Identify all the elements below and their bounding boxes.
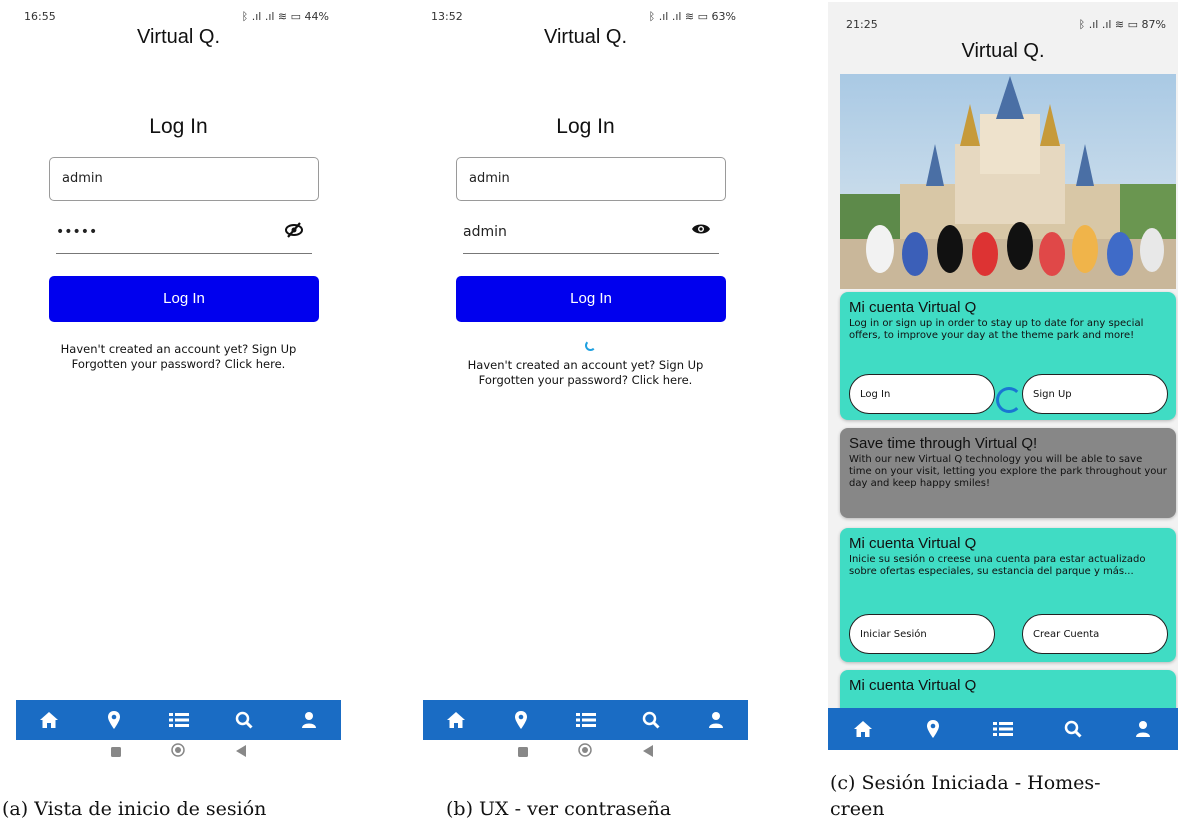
list-icon[interactable] <box>165 706 193 734</box>
back-icon[interactable] <box>235 742 246 761</box>
login-button[interactable]: Log In <box>456 276 726 322</box>
back-icon[interactable] <box>642 742 653 761</box>
signup-link[interactable]: Haven't created an account yet? Sign Up <box>16 342 341 357</box>
signup-link[interactable]: Haven't created an account yet? Sign Up <box>423 358 748 373</box>
home-icon[interactable] <box>442 706 470 734</box>
bottom-nav <box>828 708 1178 750</box>
map-marker-icon[interactable] <box>507 706 535 734</box>
home-icon[interactable] <box>849 715 877 743</box>
loading-spinner <box>585 340 596 351</box>
account-links: Haven't created an account yet? Sign Up … <box>16 342 341 372</box>
search-icon[interactable] <box>637 706 665 734</box>
card-title: Mi cuenta Virtual Q <box>849 677 977 694</box>
status-icons: ᛒ .ıl .ıl ≋ ▭ 44% <box>241 10 329 23</box>
login-heading: Log In <box>556 115 615 138</box>
status-bar: 13:52 ᛒ .ıl .ıl ≋ ▭ 63% <box>423 8 748 26</box>
android-nav-bar <box>16 742 341 760</box>
status-bar: 21:25 ᛒ .ıl .ıl ≋ ▭ 87% <box>828 16 1178 34</box>
user-icon[interactable] <box>1129 715 1157 743</box>
login-pill-button[interactable]: Log In <box>849 374 995 414</box>
app-title: Virtual Q. <box>961 40 1045 62</box>
home-icon[interactable] <box>35 706 63 734</box>
status-bar: 16:55 ᛒ .ıl .ıl ≋ ▭ 44% <box>16 8 341 26</box>
card-save-time: Save time through Virtual Q! With our ne… <box>840 428 1176 518</box>
card-title: Mi cuenta Virtual Q <box>849 535 977 552</box>
status-icons: ᛒ .ıl .ıl ≋ ▭ 87% <box>1078 18 1166 31</box>
account-links: Haven't created an account yet? Sign Up … <box>423 358 748 388</box>
android-nav-bar <box>423 742 748 760</box>
bottom-nav <box>16 700 341 740</box>
phone-screen-show-password: 13:52 ᛒ .ıl .ıl ≋ ▭ 63% Virtual Q. Log I… <box>423 0 748 760</box>
login-heading: Log In <box>149 115 208 138</box>
caption-c-line1: (c) Sesión Iniciada - Homes- <box>830 772 1101 794</box>
hero-image <box>840 74 1176 289</box>
loading-spinner <box>996 387 1022 413</box>
app-title: Virtual Q. <box>544 26 627 48</box>
status-icons: ᛒ .ıl .ıl ≋ ▭ 63% <box>648 10 736 23</box>
home-circle-icon[interactable] <box>578 742 593 761</box>
recents-icon[interactable] <box>111 742 122 761</box>
signup-pill-button[interactable]: Sign Up <box>1022 374 1168 414</box>
app-title: Virtual Q. <box>137 26 220 48</box>
card-body: With our new Virtual Q technology you wi… <box>849 454 1167 489</box>
card-account-es: Mi cuenta Virtual Q Inicie su sesión o c… <box>840 528 1176 662</box>
username-field[interactable]: admin <box>456 157 726 201</box>
eye-slash-icon[interactable] <box>284 222 304 242</box>
search-icon[interactable] <box>230 706 258 734</box>
password-value: admin <box>463 224 507 240</box>
card-body: Log in or sign up in order to stay up to… <box>849 318 1144 341</box>
caption-b: (b) UX - ver contraseña <box>446 798 672 820</box>
status-time: 16:55 <box>24 10 56 23</box>
password-field[interactable]: ••••• <box>56 214 312 254</box>
forgot-password-link[interactable]: Forgotten your password? Click here. <box>423 373 748 388</box>
phone-screen-home: 21:25 ᛒ .ıl .ıl ≋ ▭ 87% Virtual Q. Mi cu… <box>828 2 1178 750</box>
iniciar-sesion-pill-button[interactable]: Iniciar Sesión <box>849 614 995 654</box>
user-icon[interactable] <box>295 706 323 734</box>
map-marker-icon[interactable] <box>100 706 128 734</box>
search-icon[interactable] <box>1059 715 1087 743</box>
home-circle-icon[interactable] <box>171 742 186 761</box>
card-account-en: Mi cuenta Virtual Q Log in or sign up in… <box>840 292 1176 420</box>
eye-icon[interactable] <box>691 222 711 240</box>
bottom-nav <box>423 700 748 740</box>
caption-c-line2: creen <box>830 798 885 820</box>
password-field[interactable]: admin <box>463 214 719 254</box>
crear-cuenta-pill-button[interactable]: Crear Cuenta <box>1022 614 1168 654</box>
status-time: 13:52 <box>431 10 463 23</box>
login-button[interactable]: Log In <box>49 276 319 322</box>
caption-a: (a) Vista de inicio de sesión <box>2 798 267 820</box>
card-title: Save time through Virtual Q! <box>849 435 1038 452</box>
recents-icon[interactable] <box>518 742 529 761</box>
card-body: Inicie su sesión o creese una cuenta par… <box>849 554 1146 577</box>
card-title: Mi cuenta Virtual Q <box>849 299 977 316</box>
map-marker-icon[interactable] <box>919 715 947 743</box>
user-icon[interactable] <box>702 706 730 734</box>
status-time: 21:25 <box>846 18 878 31</box>
forgot-password-link[interactable]: Forgotten your password? Click here. <box>16 357 341 372</box>
list-icon[interactable] <box>572 706 600 734</box>
username-field[interactable]: admin <box>49 157 319 201</box>
list-icon[interactable] <box>989 715 1017 743</box>
password-value: ••••• <box>56 224 98 240</box>
phone-screen-login: 16:55 ᛒ .ıl .ıl ≋ ▭ 44% Virtual Q. Log I… <box>16 0 341 760</box>
